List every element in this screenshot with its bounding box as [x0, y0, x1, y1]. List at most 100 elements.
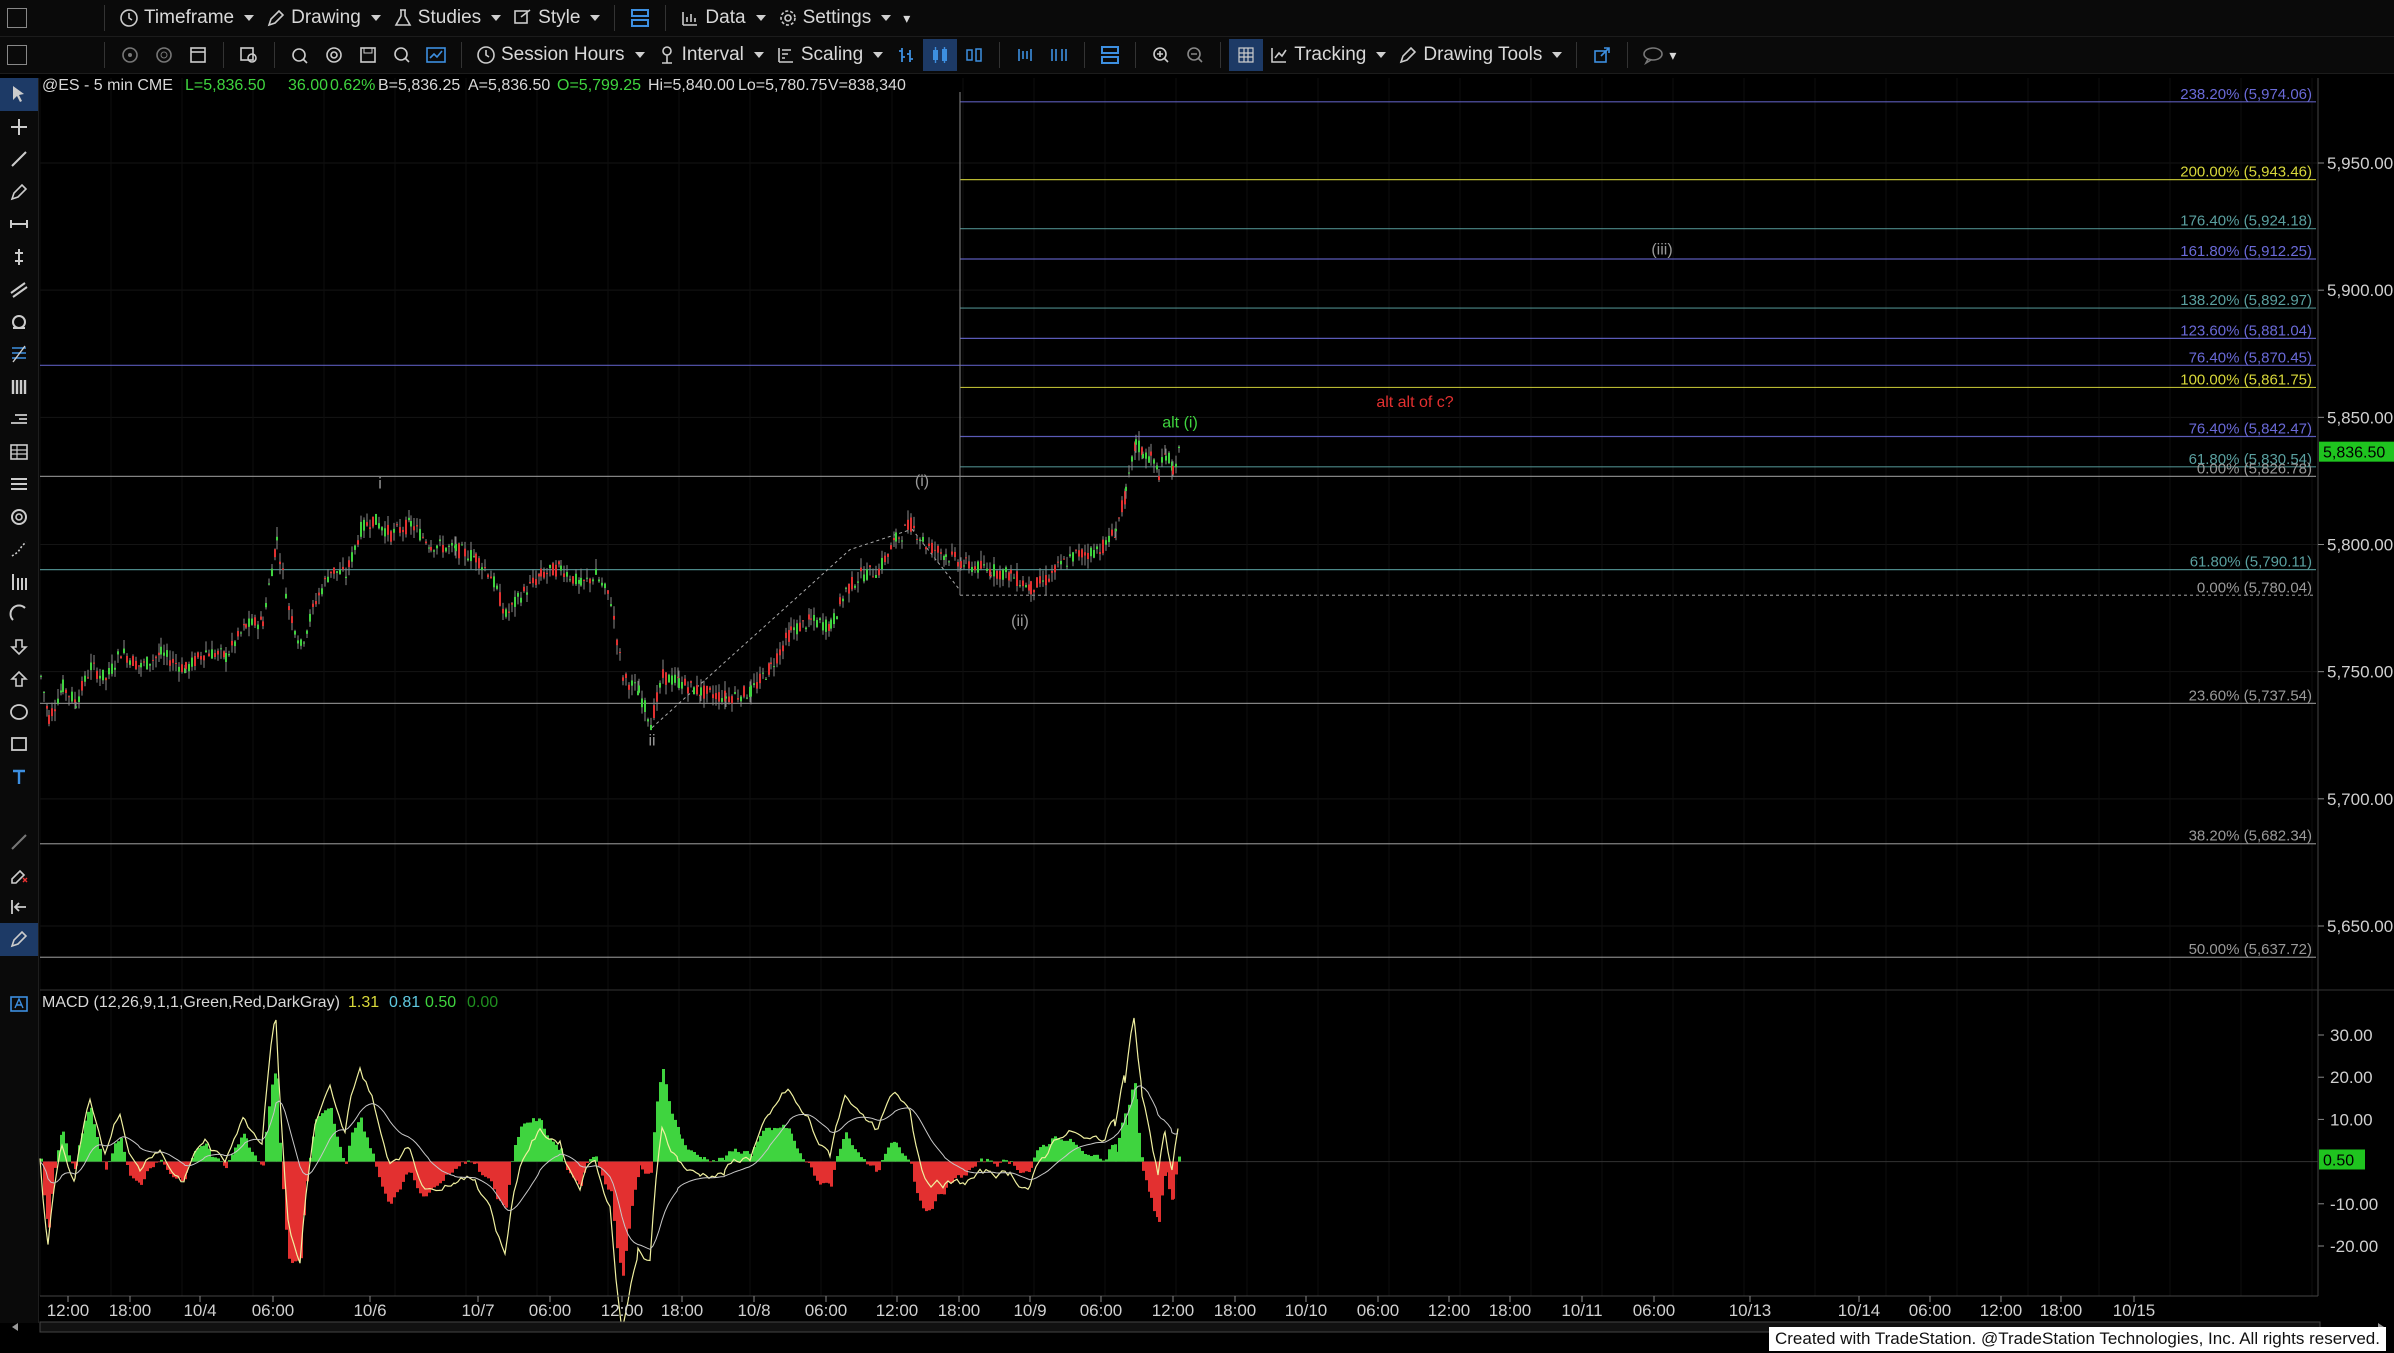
macd-histogram-bar — [993, 1161, 996, 1164]
candle-body — [687, 687, 689, 694]
candle-body — [1008, 572, 1010, 581]
macd-histogram-bar — [1078, 1147, 1081, 1162]
macd-histogram-bar — [262, 1161, 265, 1166]
macd-histogram-bar — [1033, 1157, 1036, 1162]
candle-body — [619, 651, 621, 653]
macd-histogram-bar — [948, 1161, 951, 1183]
footer-credit: Created with TradeStation. @TradeStation… — [1768, 1327, 2386, 1351]
macd-histogram-bar — [276, 1078, 279, 1162]
candle-body — [360, 521, 362, 537]
candle-body — [712, 694, 714, 699]
candle-body — [225, 652, 227, 662]
macd-histogram-bar — [470, 1161, 473, 1163]
chart-canvas[interactable]: 238.20% (5,974.06) 200.00% (5,943.46) 176.… — [0, 0, 2394, 1353]
candle-body — [57, 698, 59, 704]
macd-histogram-bar — [638, 1161, 641, 1166]
candle-body — [875, 575, 877, 578]
candle-body — [511, 603, 513, 605]
candle-body — [413, 526, 415, 531]
candle-body — [529, 582, 531, 584]
time-axis-label: 18:00 — [1214, 1301, 1257, 1320]
macd-histogram-bar — [696, 1154, 699, 1162]
candle-body — [965, 557, 967, 559]
macd-axis-label: 30.00 — [2330, 1026, 2373, 1045]
macd-histogram-bar — [866, 1161, 869, 1165]
macd-histogram-bar — [288, 1161, 291, 1259]
candle-body — [490, 576, 492, 579]
candle-body — [1042, 580, 1044, 582]
macd-histogram-bar — [1096, 1154, 1099, 1162]
macd-histogram-bar — [693, 1152, 696, 1162]
macd-axis[interactable]: 30.00 20.00 10.00 -10.00 -20.00 — [2318, 1026, 2378, 1256]
macd-histogram-bar — [1161, 1161, 1164, 1196]
candle-body — [200, 656, 202, 660]
candle-body — [102, 669, 104, 681]
candle-body — [138, 665, 140, 667]
macd-histogram-bar — [857, 1152, 860, 1162]
candle-body — [1125, 486, 1127, 491]
candle-body — [937, 545, 939, 553]
macd-histogram-bar — [681, 1138, 684, 1162]
candle-body — [647, 719, 649, 722]
macd-histogram-bar — [965, 1161, 968, 1176]
candle-body — [1150, 451, 1152, 456]
macd-histogram-bar — [790, 1133, 793, 1162]
candle-body — [300, 639, 302, 646]
candle-body — [1156, 465, 1158, 470]
macd-histogram-bar — [458, 1161, 461, 1167]
macd-histogram-bar — [822, 1161, 825, 1184]
candle-body — [913, 525, 915, 529]
macd-histogram-bar — [348, 1145, 351, 1162]
wave-label: (i) — [915, 473, 929, 490]
candle-body — [881, 557, 883, 570]
candle-body — [1002, 569, 1004, 580]
macd-histogram-bar — [712, 1160, 715, 1162]
candle-body — [1075, 549, 1077, 551]
candle-body — [601, 582, 603, 586]
candle-body — [782, 645, 784, 652]
macd-histogram-bar — [628, 1161, 631, 1229]
candle-body — [487, 574, 489, 578]
candle-body — [851, 577, 853, 590]
macd-histogram-bar — [257, 1161, 260, 1162]
candle-body — [81, 680, 83, 691]
macd-histogram-bar — [765, 1127, 768, 1162]
candle-body — [1025, 584, 1027, 588]
macd-histogram-bar — [1141, 1157, 1144, 1162]
candle-body — [248, 618, 250, 627]
candle-body — [505, 609, 507, 617]
macd-histogram-bar — [114, 1143, 117, 1162]
macd-histogram-bar — [616, 1161, 619, 1249]
time-axis-label: 10/8 — [737, 1301, 770, 1320]
macd-histogram-bar — [653, 1132, 656, 1162]
candle-body — [1161, 457, 1163, 463]
candle-body — [366, 522, 368, 526]
price-axis-label: 5,800.00 — [2327, 536, 2393, 555]
time-axis-label: 18:00 — [661, 1301, 704, 1320]
macd-histogram-bar — [860, 1157, 863, 1162]
macd-histogram-bar — [152, 1161, 155, 1168]
price-axis[interactable]: 5,950.00 5,900.00 5,850.00 5,800.00 5,750.00… — [2318, 154, 2393, 936]
macd-histogram-bar — [825, 1161, 828, 1183]
candle-body — [251, 618, 253, 625]
macd-histogram-bar — [90, 1107, 93, 1162]
candle-body — [566, 572, 568, 577]
bid-label: B=5,836.25 — [378, 77, 460, 94]
macd-histogram-bar — [842, 1139, 845, 1162]
candle-body — [279, 561, 281, 565]
candle-body — [836, 616, 838, 620]
macd-histogram-bar — [505, 1161, 508, 1208]
candle-body — [262, 621, 264, 627]
macd-histogram-bar — [1111, 1144, 1114, 1162]
candle-body — [1048, 578, 1050, 582]
candle-body — [700, 687, 702, 696]
candle-body — [223, 651, 225, 658]
macd-histogram-bar — [502, 1161, 505, 1206]
macd-histogram-bar — [111, 1153, 114, 1162]
fib-level-label: 138.20% (5,892.97) — [2180, 292, 2312, 309]
macd-histogram-bar — [1084, 1154, 1087, 1162]
macd-histogram-bar — [743, 1151, 746, 1162]
time-axis-label: 10/14 — [1838, 1301, 1881, 1320]
scroll-left-icon[interactable] — [12, 1323, 18, 1331]
candle-body — [703, 685, 705, 699]
